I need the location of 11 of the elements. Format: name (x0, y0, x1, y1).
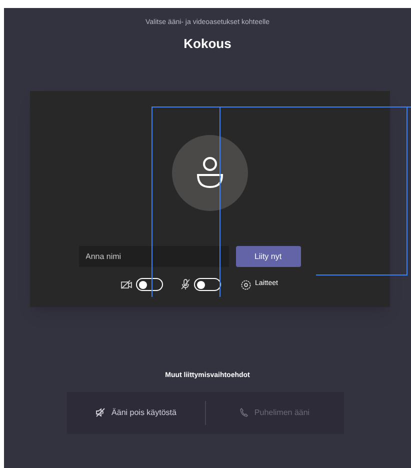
speaker-off-icon (96, 408, 106, 417)
settings-icon (241, 280, 252, 290)
phone-icon (240, 408, 248, 417)
toggle-switch[interactable] (136, 278, 164, 291)
join-button[interactable]: Liity nyt (236, 246, 300, 267)
meeting-title: Kokous (184, 34, 232, 52)
mic-off-icon (181, 279, 190, 290)
toggle-switch[interactable] (194, 278, 222, 291)
name-field[interactable]: Anna nimi (78, 246, 228, 267)
camera-off-icon (121, 280, 132, 289)
join-option[interactable]: Ääni pois käytöstä (67, 406, 205, 418)
